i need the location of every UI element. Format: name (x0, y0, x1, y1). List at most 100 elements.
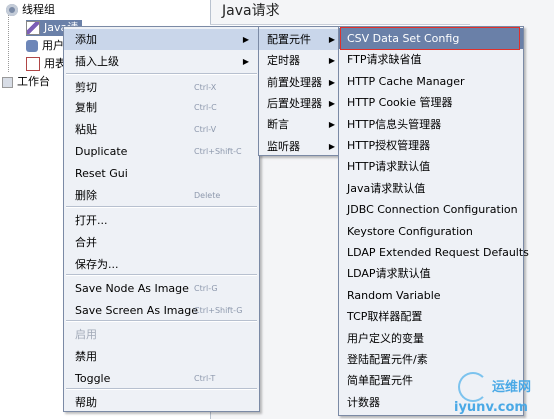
config-item-4[interactable]: HTTP信息头管理器 (339, 114, 523, 135)
submenu-arrow-icon: ▶ (328, 98, 335, 108)
pen-icon (26, 21, 40, 35)
menu-item-1[interactable]: 插入上级 ▶ (64, 51, 259, 72)
config-item-8[interactable]: JDBC Connection Configuration (339, 199, 523, 220)
swirl-icon (458, 372, 488, 402)
menu-item-10[interactable]: 保存为... (64, 254, 259, 275)
submenu-item-3[interactable]: 后置处理器 ▶ (259, 93, 339, 114)
menu-item-6[interactable]: Reset Gui (64, 163, 259, 184)
submenu-item-0[interactable]: 配置元件 ▶ (259, 29, 339, 50)
graph-icon (26, 57, 40, 71)
menu-item-15[interactable]: Toggle Ctrl-T (64, 368, 259, 389)
menu-item-13[interactable]: 启用 (64, 324, 259, 345)
submenu-item-5[interactable]: 监听器 ▶ (259, 136, 339, 157)
config-item-10[interactable]: LDAP Extended Request Defaults (339, 242, 529, 263)
submenu-item-2[interactable]: 前置处理器 ▶ (259, 72, 339, 93)
config-item-1[interactable]: FTP请求缺省值 (339, 49, 523, 70)
config-item-3[interactable]: HTTP Cookie 管理器 (339, 92, 523, 113)
watermark-line2: iyunv.com (454, 400, 528, 415)
menu-item-label: 帮助 (75, 396, 97, 409)
submenu-item-4[interactable]: 断言 ▶ (259, 114, 339, 135)
config-item-6[interactable]: HTTP请求默认值 (339, 156, 523, 177)
submenu-arrow-icon: ▶ (328, 77, 335, 87)
config-item-9[interactable]: Keystore Configuration (339, 221, 523, 242)
menu-item-label: 插入上级 (75, 55, 119, 68)
tree-node-workbench[interactable]: 工作台 (2, 74, 50, 90)
config-item-label: TCP取样器配置 (347, 310, 423, 324)
menu-item-label: 删除 (75, 189, 97, 202)
menu-item-label: Save Screen As Image (75, 304, 199, 317)
menu-item-label: Save Node As Image (75, 282, 189, 295)
menu-item-9[interactable]: 合并 (64, 232, 259, 253)
config-item-5[interactable]: HTTP授权管理器 (339, 135, 523, 156)
submenu-item-label: 前置处理器 (267, 75, 322, 89)
menu-item-label: 保存为... (75, 258, 119, 271)
tree-node-graph[interactable]: 用表 (26, 56, 66, 72)
config-item-11[interactable]: LDAP请求默认值 (339, 263, 523, 284)
menu-item-11[interactable]: Save Node As Image Ctrl-G (64, 278, 259, 299)
config-item-label: HTTP Cookie 管理器 (347, 96, 453, 110)
menu-item-label: 启用 (75, 328, 97, 341)
menu-item-12[interactable]: Save Screen As Image Ctrl+Shift-G (64, 300, 259, 321)
config-item-label: HTTP授权管理器 (347, 139, 431, 152)
menu-item-8[interactable]: 打开... (64, 210, 259, 231)
shortcut-label: Ctrl+Shift-C (194, 147, 242, 156)
config-item-2[interactable]: HTTP Cache Manager (339, 71, 523, 92)
config-item-14[interactable]: 用户定义的变量 (339, 328, 523, 349)
shortcut-label: Ctrl-G (194, 284, 218, 293)
config-item-7[interactable]: Java请求默认值 (339, 178, 523, 199)
submenu-arrow-icon: ▶ (328, 56, 335, 66)
menu-item-label: 禁用 (75, 350, 97, 363)
user-icon (26, 40, 38, 52)
config-item-label: LDAP请求默认值 (347, 267, 431, 281)
config-element-submenu: CSV Data Set Config FTP请求缺省值 HTTP Cache Ma… (338, 26, 529, 416)
submenu-arrow-icon: ▶ (242, 57, 249, 66)
submenu-item-label: 定时器 (267, 54, 300, 68)
submenu-item-1[interactable]: 定时器 ▶ (259, 50, 339, 71)
config-item-12[interactable]: Random Variable (339, 285, 523, 306)
menu-item-label: 添加 (75, 33, 97, 46)
submenu-item-label: 监听器 (267, 139, 300, 153)
menu-item-7[interactable]: 删除 Delete (64, 185, 259, 206)
tree-node-user[interactable]: 用户 (26, 38, 64, 54)
shortcut-label: Ctrl+Shift-G (194, 306, 243, 315)
submenu-arrow-icon: ▶ (328, 141, 335, 151)
config-item-label: 登陆配置元件/素 (347, 353, 428, 366)
config-item-13[interactable]: TCP取样器配置 (339, 306, 523, 327)
watermark-logo: 运维网 iyunv.com (452, 372, 552, 418)
submenu-arrow-icon: ▶ (328, 120, 335, 130)
submenu-item-label: 后置处理器 (267, 96, 322, 110)
menu-item-label: 粘贴 (75, 123, 97, 136)
context-menu: 添加 ▶ 插入上级 ▶ 剪切 Ctrl-X 复制 Ctrl-C 粘贴 Ctrl-V Duplicat… (63, 26, 260, 412)
menu-item-0[interactable]: 添加 ▶ (64, 29, 259, 50)
menu-item-label: Duplicate (75, 145, 128, 158)
shortcut-label: Ctrl-T (194, 374, 216, 383)
gear-icon (6, 4, 18, 16)
workbench-icon (2, 76, 13, 88)
menu-separator (66, 206, 257, 208)
menu-separator (66, 73, 257, 75)
menu-item-16[interactable]: 帮助 (64, 392, 259, 413)
menu-item-4[interactable]: 粘贴 Ctrl-V (64, 119, 259, 140)
tree-node-thread-group[interactable]: 线程组 (6, 2, 55, 18)
menu-item-2[interactable]: 剪切 Ctrl-X (64, 77, 259, 98)
menu-item-5[interactable]: Duplicate Ctrl+Shift-C (64, 141, 259, 162)
config-item-label: JDBC Connection Configuration (347, 203, 518, 217)
config-item-label: 计数器 (347, 395, 380, 409)
config-item-label: HTTP信息头管理器 (347, 117, 442, 131)
config-item-label: FTP请求缺省值 (347, 53, 422, 67)
menu-item-3[interactable]: 复制 Ctrl-C (64, 97, 259, 118)
config-item-label: Java请求默认值 (347, 181, 426, 195)
menu-item-label: Toggle (75, 372, 111, 385)
config-item-label: 用户定义的变量 (347, 331, 424, 345)
menu-item-14[interactable]: 禁用 (64, 346, 259, 367)
config-item-label: HTTP请求默认值 (347, 160, 431, 174)
shortcut-label: Ctrl-C (194, 103, 217, 112)
menu-item-label: 剪切 (75, 81, 97, 94)
menu-item-label: 打开... (75, 214, 108, 227)
config-item-15[interactable]: 登陆配置元件/素 (339, 349, 523, 370)
watermark-line1: 运维网 (492, 380, 532, 395)
shortcut-label: Ctrl-X (194, 83, 217, 92)
submenu-item-label: 断言 (267, 118, 289, 132)
config-item-label: Random Variable (347, 288, 441, 302)
config-item-label: Keystore Configuration (347, 224, 473, 238)
